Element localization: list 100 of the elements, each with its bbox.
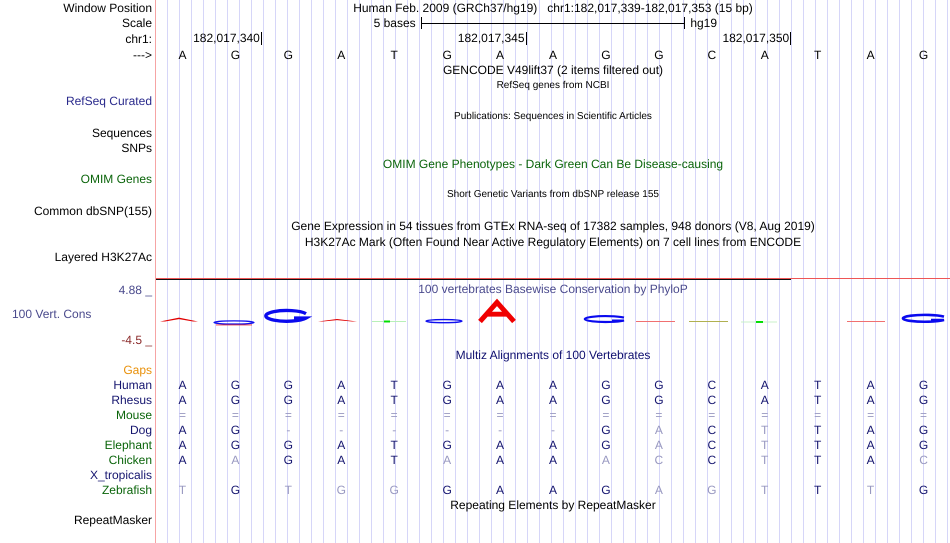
alignment-base: G xyxy=(601,438,611,452)
alignment-base: G xyxy=(230,392,240,407)
alignment-base: T xyxy=(814,452,822,467)
base-letter: A xyxy=(548,48,557,62)
strand-label: ---> xyxy=(133,48,152,62)
species-label[interactable]: Human xyxy=(113,378,152,392)
alignment-base: A xyxy=(443,452,452,467)
track-title: Short Genetic Variants from dbSNP release 155 xyxy=(447,188,659,202)
base-letter: G xyxy=(601,48,611,62)
alignment-base: A xyxy=(337,378,346,392)
alignment-base: T xyxy=(761,452,768,467)
track-title: H3K27Ac Mark (Often Found Near Active Regulatory Elements) on 7 cell lines from ENCODE xyxy=(304,234,802,249)
alignment-base: = xyxy=(178,408,186,422)
alignment-base: A xyxy=(866,422,875,437)
alignment-base: G xyxy=(918,422,928,437)
axis-min-label: -4.5 _ xyxy=(121,333,152,348)
base-letter: G xyxy=(654,48,664,62)
chromosome-label: chr1: xyxy=(125,32,152,46)
alignment-base: = xyxy=(602,408,610,422)
alignment-base: - xyxy=(339,422,344,437)
species-label[interactable]: X_tropicalis xyxy=(90,468,152,482)
alignment-base: - xyxy=(550,422,555,437)
alignment-base: A xyxy=(231,452,240,467)
alignment-base: A xyxy=(337,438,346,452)
alignment-base: G xyxy=(442,438,452,452)
alignment-base: A xyxy=(548,378,557,392)
track-label[interactable]: SNPs xyxy=(121,141,152,156)
track-label[interactable]: Common dbSNP(155) xyxy=(34,204,152,218)
alignment-base: = xyxy=(867,408,874,422)
track-label[interactable]: 100 Vert. Cons xyxy=(12,307,92,322)
alignment-base: A xyxy=(548,438,557,452)
species-label[interactable]: Chicken xyxy=(108,452,152,467)
alignment-base: G xyxy=(442,378,452,392)
track-label[interactable]: OMIM Genes xyxy=(80,172,152,186)
scale-text: 5 bases xyxy=(374,16,417,30)
alignment-base: G xyxy=(284,452,293,467)
species-label[interactable]: Zebrafish xyxy=(102,482,152,497)
alignment-base: A xyxy=(866,452,875,467)
base-letter: A xyxy=(337,48,346,62)
alignment-base: = xyxy=(708,408,716,422)
track-title: Gene Expression in 54 tissues from GTEx RNA-seq of 17382 samples, 948 donors (V8, Aug 2019) xyxy=(291,219,815,234)
alignment-base: A xyxy=(496,482,504,497)
base-letter: A xyxy=(496,48,504,62)
track-title: OMIM Gene Phenotypes - Dark Green Can Be Disease-causing xyxy=(382,156,724,171)
alignment-base: T xyxy=(866,482,874,497)
alignment-base: - xyxy=(286,422,290,437)
base-letter: A xyxy=(866,48,875,62)
alignment-base: C xyxy=(707,438,716,452)
alignment-base: A xyxy=(866,392,875,407)
alignment-base: G xyxy=(601,378,611,392)
alignment-base: G xyxy=(707,482,716,497)
alignment-base: T xyxy=(390,392,398,407)
alignment-base: T xyxy=(814,422,822,437)
alignment-base: G xyxy=(230,438,240,452)
alignment-base: T xyxy=(761,422,768,437)
row-label: Scale xyxy=(122,16,152,30)
alignment-base: G xyxy=(654,378,664,392)
position-tick: 182,017,340 xyxy=(193,32,262,46)
track-label[interactable]: Layered H3K27Ac xyxy=(54,250,152,264)
alignment-base: G xyxy=(918,378,928,392)
alignment-base: A xyxy=(548,392,557,407)
alignment-base: T xyxy=(178,482,186,497)
alignment-base: A xyxy=(337,452,346,467)
assembly-title: Human Feb. 2009 (GRCh37/hg19) xyxy=(353,0,538,15)
position-tick: 182,017,350 xyxy=(722,32,792,46)
species-label[interactable]: Elephant xyxy=(104,438,152,452)
alignment-base: A xyxy=(178,392,186,407)
alignment-base: = xyxy=(390,408,398,422)
alignment-base: C xyxy=(707,392,716,407)
position-tick: 182,017,345 xyxy=(458,32,527,46)
alignment-base: A xyxy=(602,452,610,467)
alignment-base: G xyxy=(601,422,611,437)
base-letter: G xyxy=(284,48,293,62)
alignment-base: G xyxy=(230,378,240,392)
track-label[interactable]: RefSeq Curated xyxy=(66,94,152,108)
alignment-base: G xyxy=(284,438,293,452)
alignment-base: G xyxy=(601,392,611,407)
alignment-base: C xyxy=(707,452,716,467)
alignment-base: A xyxy=(760,392,769,407)
species-label[interactable]: Dog xyxy=(130,422,152,437)
track-title: Repeating Elements by RepeatMasker xyxy=(450,498,656,512)
alignment-base: = xyxy=(284,408,292,422)
alignment-base: A xyxy=(866,438,875,452)
alignment-base: G xyxy=(284,392,293,407)
alignment-base: A xyxy=(496,378,504,392)
alignment-base: C xyxy=(707,378,716,392)
alignment-base: A xyxy=(337,392,346,407)
alignment-base: A xyxy=(866,378,875,392)
alignment-base: A xyxy=(496,392,504,407)
species-label[interactable]: Rhesus xyxy=(111,392,152,407)
track-label[interactable]: Sequences xyxy=(92,126,152,140)
alignment-base: G xyxy=(918,392,928,407)
track-label[interactable]: RepeatMasker xyxy=(74,513,152,528)
alignment-base: = xyxy=(814,408,822,422)
alignment-base: = xyxy=(655,408,662,422)
track-title: Multiz Alignments of 100 Vertebrates xyxy=(456,348,650,362)
species-label[interactable]: Mouse xyxy=(116,408,152,422)
alignment-base: G xyxy=(230,422,240,437)
base-letter: T xyxy=(390,48,398,62)
alignment-base: G xyxy=(918,438,928,452)
